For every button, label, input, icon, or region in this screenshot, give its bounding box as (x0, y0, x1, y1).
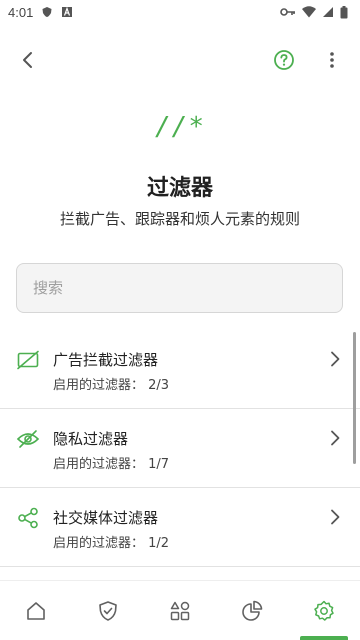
ad-block-icon (17, 350, 39, 370)
filter-group-title: 广告拦截过滤器 (53, 351, 159, 369)
nav-activity[interactable] (156, 587, 204, 635)
filters-hero-icon: //* (155, 112, 205, 142)
font-status-icon (62, 6, 73, 17)
nav-protection[interactable] (84, 587, 132, 635)
status-bar: 4:01 (0, 0, 360, 24)
cellular-signal-icon (323, 7, 333, 17)
more-vertical-icon (330, 52, 334, 68)
eye-off-icon (16, 430, 40, 448)
chevron-right-icon (331, 509, 340, 525)
search-field[interactable] (16, 263, 343, 313)
more-options-button[interactable] (316, 44, 348, 76)
back-button[interactable] (12, 44, 44, 76)
filter-group-count: 启用的过滤器： 1/7 (53, 457, 170, 472)
filter-group-title: 社交媒体过滤器 (53, 509, 159, 527)
filter-group-count: 启用的过滤器： 1/2 (53, 536, 170, 551)
page-subtitle: 拦截广告、跟踪器和烦人元素的规则 (59, 210, 300, 228)
pie-chart-icon (242, 600, 263, 621)
search-input[interactable] (33, 279, 326, 297)
nav-settings[interactable] (300, 587, 348, 635)
vpn-key-icon (280, 8, 295, 16)
nav-statistics[interactable] (228, 587, 276, 635)
filter-group-ad-blocking[interactable]: 广告拦截过滤器 启用的过滤器： 2/3 (0, 330, 360, 409)
settings-icon (314, 600, 334, 621)
help-icon (274, 50, 294, 70)
home-icon (27, 601, 45, 620)
bottom-navigation (0, 580, 360, 640)
filter-group-list: 广告拦截过滤器 启用的过滤器： 2/3 隐私过滤器 启用的过滤器： 1/7 社交… (0, 330, 360, 567)
apps-icon (170, 601, 190, 620)
help-button[interactable] (268, 44, 300, 76)
filter-group-privacy[interactable]: 隐私过滤器 启用的过滤器： 1/7 (0, 409, 360, 488)
nav-home[interactable] (12, 587, 60, 635)
chevron-left-icon (23, 52, 32, 68)
shield-status-icon (42, 7, 52, 17)
share-icon (18, 507, 38, 529)
active-tab-indicator (300, 636, 348, 640)
chevron-right-icon (331, 430, 340, 446)
filter-group-count: 启用的过滤器： 2/3 (53, 378, 170, 393)
page-title: 过滤器 (146, 176, 213, 201)
chevron-right-icon (331, 351, 340, 367)
filter-group-title: 隐私过滤器 (53, 430, 129, 448)
battery-icon (340, 5, 348, 18)
app-bar (0, 40, 360, 80)
filter-group-social-media[interactable]: 社交媒体过滤器 启用的过滤器： 1/2 (0, 488, 360, 567)
scrollbar[interactable] (353, 332, 356, 464)
shield-check-icon (99, 600, 117, 621)
wifi-icon (302, 6, 316, 18)
status-time: 4:01 (8, 4, 34, 20)
